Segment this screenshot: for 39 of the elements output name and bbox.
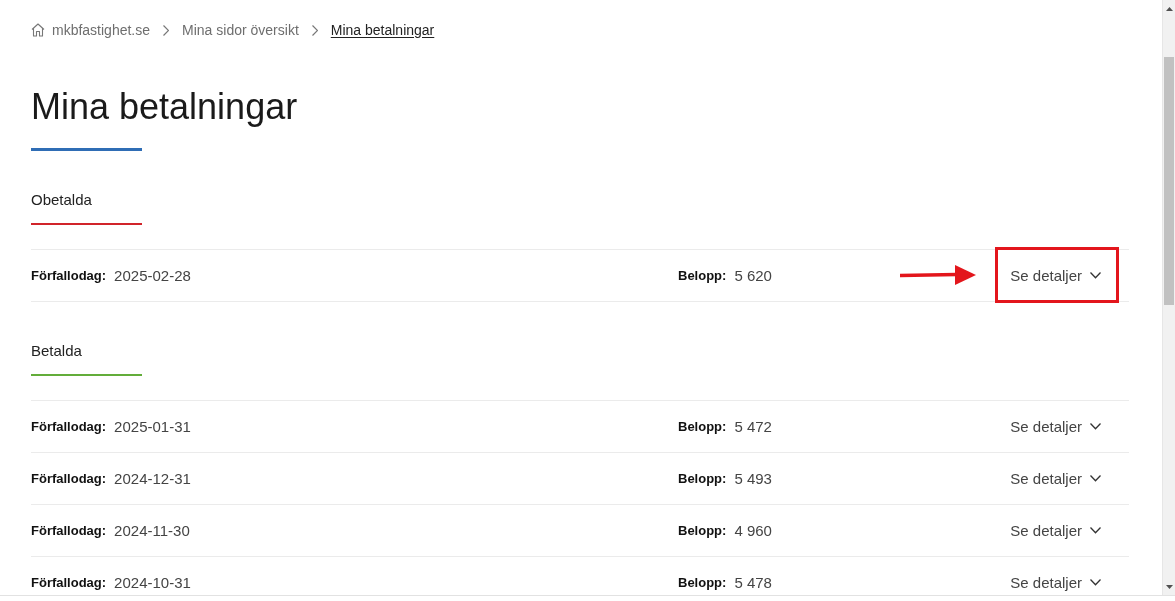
home-icon [31,23,45,37]
breadcrumb-link[interactable]: mkbfastighet.se [31,19,151,41]
amount: 5 493 [734,470,772,487]
details-button[interactable]: Se detaljer [1002,520,1109,541]
field-label: Förfallodag: [31,267,107,284]
field-label: Förfallodag: [31,470,107,487]
amount: 5 472 [734,418,772,435]
breadcrumb-current[interactable]: Mina betalningar [330,19,435,41]
field-label: Belopp: [678,574,727,591]
down-triangle-icon [1165,584,1173,589]
due-date: 2024-12-31 [114,470,191,487]
field-label: Förfallodag: [31,522,107,539]
up-triangle-icon [1165,6,1173,11]
due-date: 2025-02-28 [114,267,191,284]
field-label: Förfallodag: [31,574,107,591]
amount: 5 620 [734,267,772,284]
breadcrumb-link[interactable]: Mina sidor översikt [182,19,299,41]
field-label: Belopp: [678,522,727,539]
chevron-right-icon [163,24,170,36]
page-title: Mina betalningar [31,87,299,127]
field-label: Belopp: [678,418,727,435]
chevron-right-icon [311,24,318,36]
amount: 5 478 [734,574,772,591]
scroll-thumb[interactable] [1164,57,1174,305]
due-date: 2025-01-31 [114,418,191,435]
arrow-icon [900,265,976,285]
field-label: Belopp: [678,267,727,284]
details-button[interactable]: Se detaljer [1002,572,1109,593]
due-date: 2024-11-30 [114,522,190,539]
scrollbar[interactable] [1162,0,1175,595]
amount: 4 960 [734,522,772,539]
details-button[interactable]: Se detaljer [1002,468,1109,489]
details-button[interactable]: Se detaljer [1002,265,1109,286]
section-title: Obetalda [31,190,93,210]
details-button[interactable]: Se detaljer [1002,416,1109,437]
field-label: Förfallodag: [31,418,107,435]
due-date: 2024-10-31 [114,574,191,591]
field-label: Belopp: [678,470,727,487]
section-title: Betalda [31,341,83,361]
